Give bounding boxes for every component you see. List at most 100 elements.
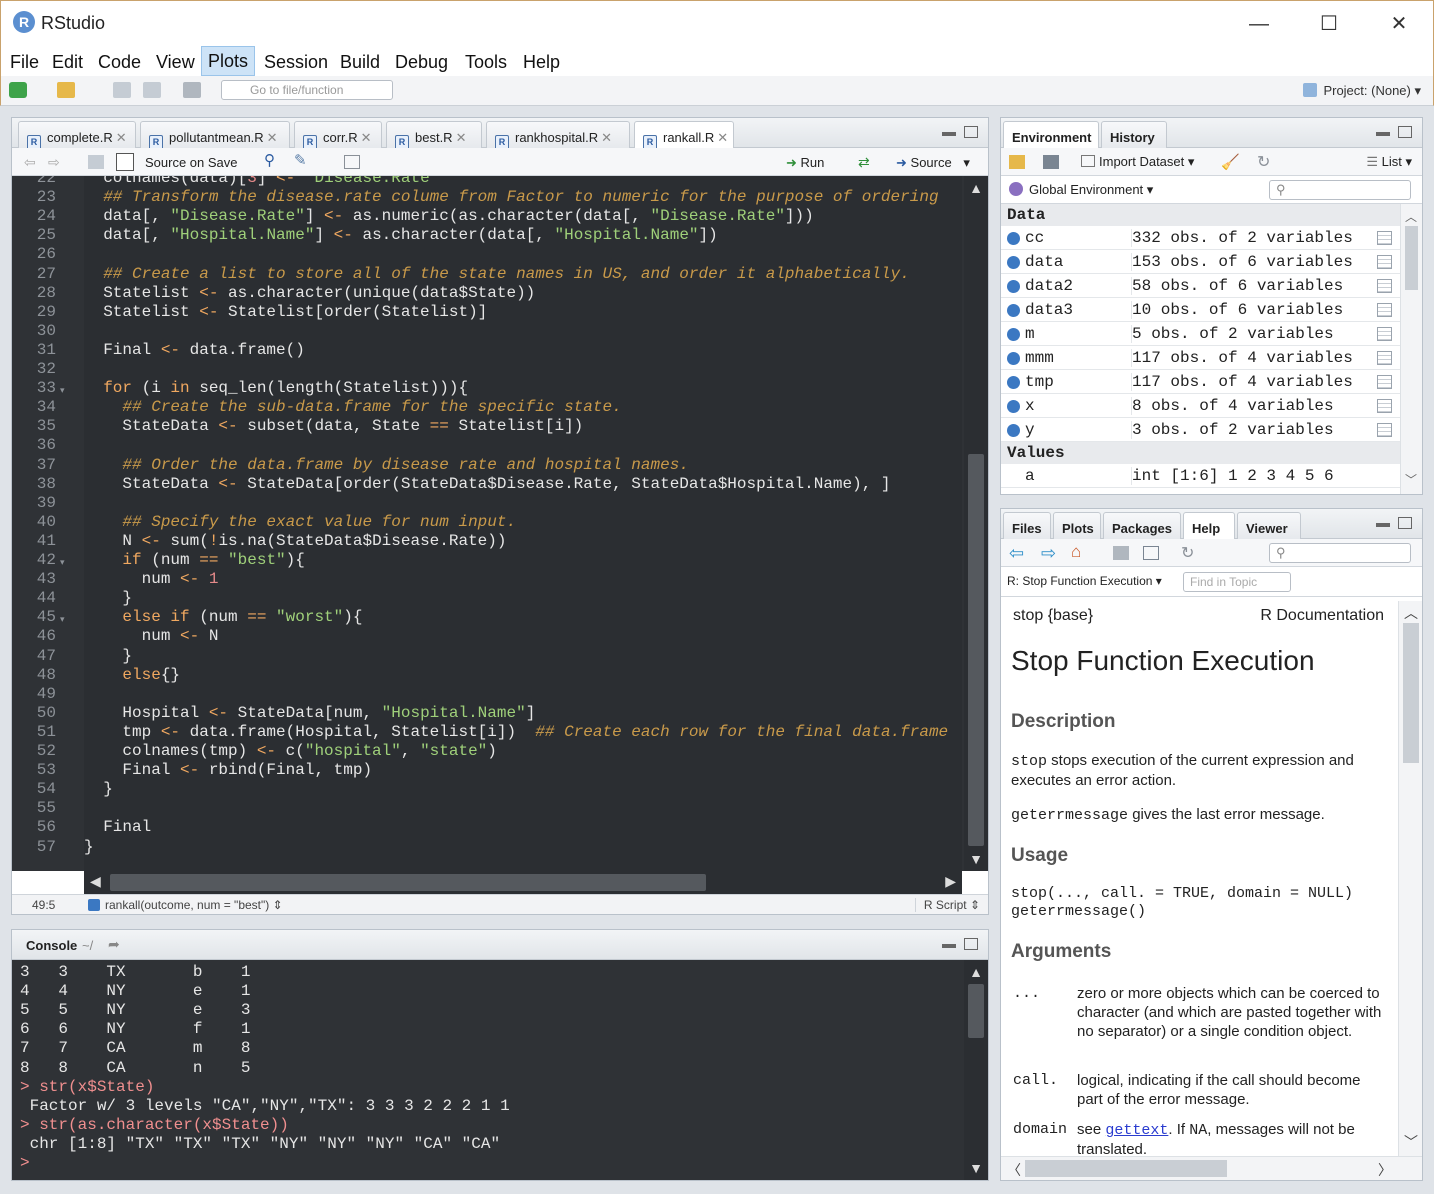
expand-object-icon[interactable] [1007,328,1020,341]
menu-tools[interactable]: Tools [459,51,513,75]
editor-vscroll-thumb[interactable] [968,454,984,846]
expand-object-icon[interactable] [1007,376,1020,389]
view-data-icon[interactable] [1377,255,1392,269]
goto-file-input[interactable]: Go to file/function [221,80,393,100]
menu-plots[interactable]: Plots [201,46,256,76]
env-data-row[interactable]: x 8 obs. of 4 variables [1001,394,1400,418]
help-vscroll[interactable]: ︿ ﹀ [1398,601,1422,1156]
save-all-icon[interactable] [143,82,161,98]
env-data-row[interactable]: data 153 obs. of 6 variables [1001,250,1400,274]
expand-object-icon[interactable] [1007,400,1020,413]
tab-help[interactable]: Help [1183,512,1235,540]
tab-files[interactable]: Files [1003,512,1051,539]
code-area[interactable]: colnames(data)[3] <- "Disease.Rate" ## T… [84,176,962,871]
expand-object-icon[interactable] [1007,280,1020,293]
find-in-topic-input[interactable]: Find in Topic [1183,572,1291,592]
env-value-row[interactable]: a int [1:6] 1 2 3 4 5 6 [1001,464,1400,488]
gettext-link[interactable]: gettext [1105,1122,1168,1139]
scroll-left-icon[interactable]: 〈 [1007,1160,1021,1180]
close-tab-icon[interactable]: ✕ [267,130,278,145]
maximize-pane-icon[interactable] [964,938,978,950]
view-data-icon[interactable] [1377,423,1392,437]
view-data-icon[interactable] [1377,303,1392,317]
view-data-icon[interactable] [1377,279,1392,293]
goto-directory-icon[interactable]: ➦ [108,936,120,953]
project-menu[interactable]: Project: (None) ▾ [1303,83,1421,99]
source-button[interactable]: ➜ Source ▾ [896,155,970,171]
scroll-down-icon[interactable]: ▼ [966,1160,986,1176]
maximize-button[interactable]: ☐ [1306,7,1352,41]
env-data-row[interactable]: cc 332 obs. of 2 variables [1001,226,1400,250]
expand-object-icon[interactable] [1007,232,1020,245]
minimize-button[interactable]: — [1236,7,1282,41]
refresh-icon[interactable]: ↻ [1257,152,1270,172]
run-button[interactable]: ➜ Run [786,155,824,171]
fold-toggle-icon[interactable]: ▾ [60,385,65,396]
refresh-icon[interactable]: ↻ [1181,543,1194,563]
minimize-pane-icon[interactable] [942,944,956,948]
help-topic-menu[interactable]: R: Stop Function Execution ▾ [1007,574,1162,588]
tab-packages[interactable]: Packages [1103,512,1181,539]
tab-complete[interactable]: Rcomplete.R ✕ [18,121,136,150]
minimize-pane-icon[interactable] [942,132,956,136]
maximize-pane-icon[interactable] [964,126,978,138]
menu-help[interactable]: Help [517,51,566,75]
tab-history[interactable]: History [1101,121,1167,148]
menu-build[interactable]: Build [334,51,386,75]
editor-vscroll[interactable]: ▲ ▼ [964,176,988,871]
scroll-right-icon[interactable]: 〉 [1378,1160,1392,1180]
broom-icon[interactable]: 🧹 [1221,153,1240,171]
expand-object-icon[interactable] [1007,424,1020,437]
help-hscroll-thumb[interactable] [1025,1160,1227,1177]
console-output[interactable]: 3 3 TX b 14 4 NY e 15 5 NY e 36 6 NY f 1… [12,960,964,1180]
expand-object-icon[interactable] [1007,256,1020,269]
open-folder-icon[interactable] [57,82,75,98]
environment-vscroll-thumb[interactable] [1405,226,1418,290]
help-vscroll-thumb[interactable] [1403,623,1419,763]
code-editor[interactable]: 22 23 24 25 26 27 28 29 30 31 32 33 ▾ 34 35 36 37 38 39 40 4… [12,176,988,871]
load-workspace-icon[interactable] [1009,155,1025,169]
editor-hscroll-thumb[interactable] [110,874,706,891]
scroll-up-icon[interactable]: ︿ [1405,208,1417,225]
forward-arrow-icon[interactable]: ⇨ [48,155,64,169]
console-vscroll[interactable]: ▲ ▼ [964,960,988,1180]
close-button[interactable]: ✕ [1376,7,1422,41]
outline-icon[interactable] [344,155,360,169]
scroll-up-icon[interactable]: ︿ [1404,603,1418,623]
tab-viewer[interactable]: Viewer [1237,512,1301,539]
view-data-icon[interactable] [1377,351,1392,365]
view-data-icon[interactable] [1377,375,1392,389]
tab-plots[interactable]: Plots [1053,512,1101,539]
file-type-selector[interactable]: R Script ⇕ [914,898,980,912]
menu-code[interactable]: Code [92,51,147,75]
maximize-pane-icon[interactable] [1398,517,1412,529]
import-dataset-button[interactable]: Import Dataset ▾ [1081,154,1194,170]
help-hscroll[interactable]: 〈 〉 [1001,1156,1422,1180]
close-tab-icon[interactable]: ✕ [116,130,127,145]
fold-toggle-icon[interactable]: ▾ [60,614,65,625]
environment-scope-menu[interactable]: Global Environment ▾ [1009,182,1153,198]
tab-best[interactable]: Rbest.R ✕ [386,121,482,150]
env-data-row[interactable]: y 3 obs. of 2 variables [1001,418,1400,442]
env-data-row[interactable]: data3 10 obs. of 6 variables [1001,298,1400,322]
help-forward-icon[interactable]: ⇨ [1041,543,1056,564]
tab-corr[interactable]: Rcorr.R ✕ [294,121,382,150]
view-mode-menu[interactable]: ☰ List ▾ [1366,154,1412,170]
env-data-row[interactable]: data2 58 obs. of 6 variables [1001,274,1400,298]
scroll-down-icon[interactable]: ▼ [966,851,986,867]
maximize-pane-icon[interactable] [1398,126,1412,138]
tab-rankall[interactable]: Rrankall.R ✕ [634,121,734,150]
menu-file[interactable]: File [4,51,45,75]
print-icon[interactable] [183,82,201,98]
env-data-row[interactable]: tmp 117 obs. of 4 variables [1001,370,1400,394]
menu-session[interactable]: Session [258,51,334,75]
console-vscroll-thumb[interactable] [968,984,984,1038]
env-data-row[interactable]: m 5 obs. of 2 variables [1001,322,1400,346]
editor-hscroll[interactable]: ◀ ▶ [84,871,962,894]
close-tab-icon[interactable]: ✕ [601,130,612,145]
scroll-right-icon[interactable]: ▶ [945,873,956,890]
menu-debug[interactable]: Debug [389,51,454,75]
save-icon[interactable] [113,82,131,98]
close-tab-icon[interactable]: ✕ [717,130,728,145]
expand-object-icon[interactable] [1007,304,1020,317]
